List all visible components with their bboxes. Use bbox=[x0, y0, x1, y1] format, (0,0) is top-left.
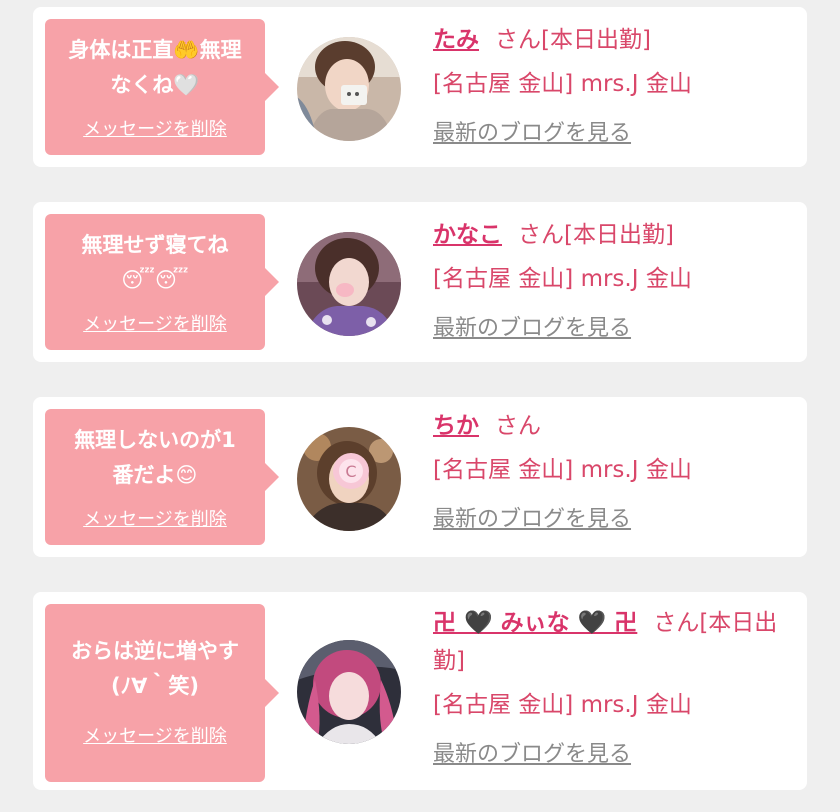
cast-status: さん[本日出勤] bbox=[495, 27, 651, 53]
avatar[interactable] bbox=[297, 37, 401, 141]
cast-status: さん[本日出勤] bbox=[518, 222, 674, 248]
store-name: [名古屋 金山] mrs.J 金山 bbox=[433, 71, 692, 97]
latest-blog-link[interactable]: 最新のブログを見る bbox=[433, 740, 631, 770]
store-name: [名古屋 金山] mrs.J 金山 bbox=[433, 266, 692, 292]
cast-status: さん bbox=[495, 413, 541, 439]
cast-name-line: たみ さん[本日出勤] bbox=[433, 23, 793, 57]
avatar[interactable] bbox=[297, 232, 401, 336]
cast-name-link[interactable]: たみ bbox=[433, 27, 479, 53]
delete-message-link[interactable]: メッセージを削除 bbox=[45, 310, 265, 336]
message-text: 無理せず寝てね😴😴 bbox=[81, 233, 229, 292]
delete-message-link[interactable]: メッセージを削除 bbox=[45, 115, 265, 141]
message-bubble: 無理せず寝てね😴😴 メッセージを削除 bbox=[45, 214, 279, 350]
message-bubble: 無理しないのが1番だよ😊 メッセージを削除 bbox=[45, 409, 279, 545]
delete-message-link[interactable]: メッセージを削除 bbox=[45, 505, 265, 531]
message-text: 無理しないのが1番だよ😊 bbox=[74, 428, 236, 487]
svg-text:C: C bbox=[345, 462, 356, 481]
latest-blog-link[interactable]: 最新のブログを見る bbox=[433, 505, 631, 535]
cast-name-link[interactable]: ちか bbox=[433, 413, 479, 439]
cast-info: ちか さん [名古屋 金山] mrs.J 金山 最新のブログを見る bbox=[433, 409, 793, 535]
latest-blog-link[interactable]: 最新のブログを見る bbox=[433, 314, 631, 344]
message-bubble: 身体は正直🤲無理なくね🤍 メッセージを削除 bbox=[45, 19, 279, 155]
avatar[interactable]: C bbox=[297, 427, 401, 531]
cast-name-line: かなこ さん[本日出勤] bbox=[433, 218, 793, 252]
cast-info: たみ さん[本日出勤] [名古屋 金山] mrs.J 金山 最新のブログを見る bbox=[433, 23, 793, 149]
cast-name-line: ちか さん bbox=[433, 409, 793, 443]
message-card: おらは逆に増やす(ﾉ∀｀笑) メッセージを削除 卍 🖤 みぃな 🖤 卍さん[本日… bbox=[33, 592, 807, 790]
delete-message-link[interactable]: メッセージを削除 bbox=[45, 722, 265, 748]
latest-blog-link[interactable]: 最新のブログを見る bbox=[433, 119, 631, 149]
message-bubble: おらは逆に増やす(ﾉ∀｀笑) メッセージを削除 bbox=[45, 604, 279, 782]
cast-info: 卍 🖤 みぃな 🖤 卍さん[本日出勤] [名古屋 金山] mrs.J 金山 最新… bbox=[433, 604, 793, 770]
avatar[interactable] bbox=[297, 640, 401, 744]
message-card: 無理せず寝てね😴😴 メッセージを削除 かなこ さん[本日出勤] [名古屋 金山] … bbox=[33, 202, 807, 362]
cast-name-link[interactable]: かなこ bbox=[433, 222, 502, 248]
cast-info: かなこ さん[本日出勤] [名古屋 金山] mrs.J 金山 最新のブログを見る bbox=[433, 218, 793, 344]
message-text: おらは逆に増やす(ﾉ∀｀笑) bbox=[71, 639, 239, 698]
cast-name-link[interactable]: 卍 🖤 みぃな 🖤 卍 bbox=[433, 610, 637, 636]
store-name: [名古屋 金山] mrs.J 金山 bbox=[433, 692, 692, 718]
cast-name-line: 卍 🖤 みぃな 🖤 卍さん[本日出勤] bbox=[433, 604, 793, 680]
store-name: [名古屋 金山] mrs.J 金山 bbox=[433, 457, 692, 483]
message-card: 無理しないのが1番だよ😊 メッセージを削除 C ちか さん [名古屋 金山] mr… bbox=[33, 397, 807, 557]
message-card: 身体は正直🤲無理なくね🤍 メッセージを削除 たみ さん[本日出勤] [名古屋 金山… bbox=[33, 7, 807, 167]
message-text: 身体は正直🤲無理なくね🤍 bbox=[68, 38, 242, 97]
